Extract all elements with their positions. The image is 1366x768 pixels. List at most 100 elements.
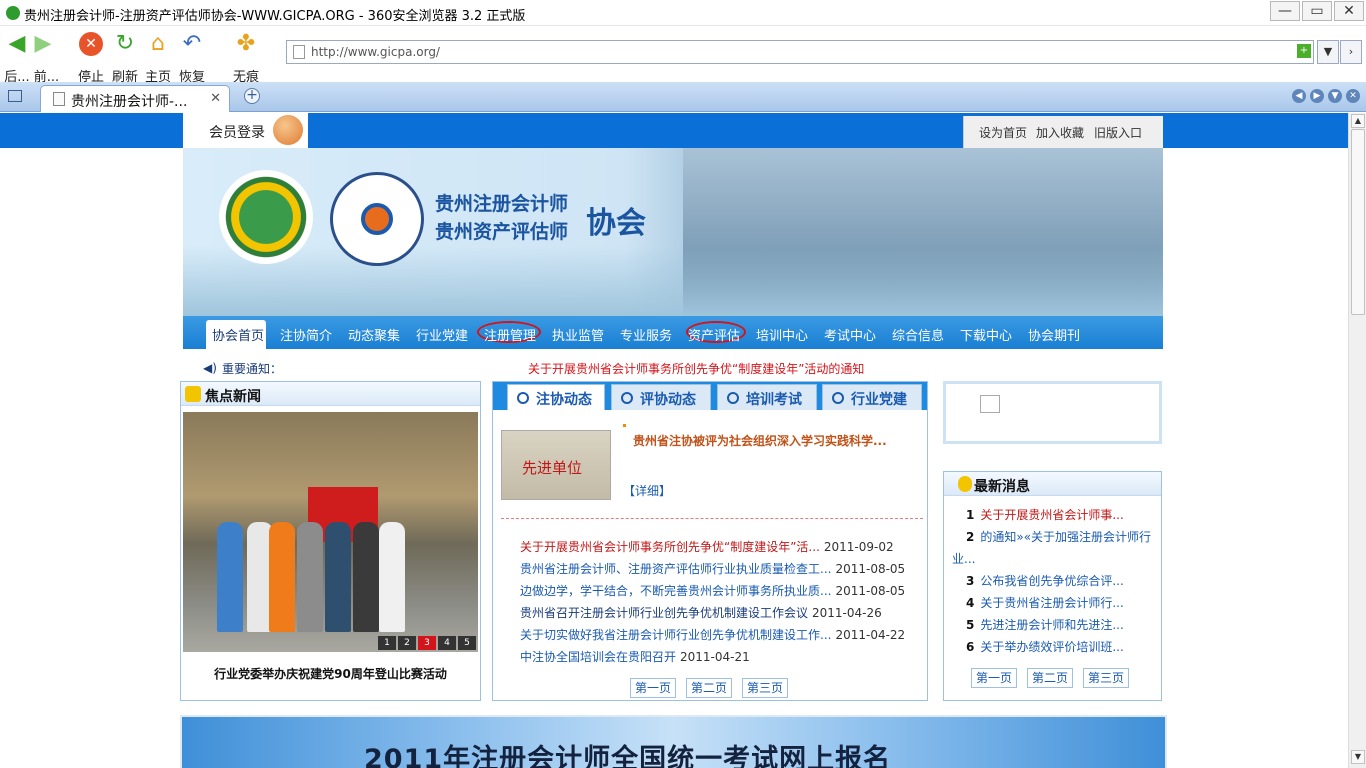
nav-services[interactable]: 专业服务 <box>620 325 672 344</box>
refresh-button[interactable]: ↻ 刷新 <box>108 32 142 86</box>
feature-image[interactable]: 先进单位 <box>501 430 611 500</box>
scroll-up-arrow-icon[interactable]: ▲ <box>1351 114 1365 128</box>
stop-button[interactable]: ✕ 停止 <box>74 32 108 85</box>
browser-tab[interactable]: 贵州注册会计师-... ✕ <box>40 85 230 112</box>
restore-button[interactable]: ↶ 恢复 <box>175 32 209 86</box>
maximize-button[interactable]: ▭ <box>1302 1 1332 21</box>
nav-info[interactable]: 综合信息 <box>892 325 944 344</box>
paw-icon: ✤ <box>236 31 256 56</box>
photo-page-1[interactable]: 1 <box>378 636 396 650</box>
news-item[interactable]: 贵州省召开注册会计师行业创先争优机制建设工作会议 2011-04-26 <box>520 604 882 621</box>
news-pagination: 第一页 第二页 第三页 <box>630 678 788 698</box>
forward-arrow-icon: ▶ <box>34 31 52 56</box>
banner-title-association: 协会 <box>586 206 646 241</box>
scrollbar-thumb[interactable] <box>1351 129 1365 315</box>
tab-left-icon[interactable]: ◀ <box>1292 89 1306 103</box>
nav-supervision[interactable]: 执业监管 <box>552 325 604 344</box>
latest-item[interactable]: 6 关于举办绩效评价培训班... <box>966 638 1124 655</box>
exam-banner-text: 2011年注册会计师全国统一考试网上报名 <box>364 744 892 768</box>
web-page: 会员登录 设为首页 加入收藏 旧版入口 贵州注册会计师 贵州资产评估师 协会 协… <box>0 113 1348 768</box>
page-third-button[interactable]: 第三页 <box>742 678 788 698</box>
address-url[interactable]: http://www.gicpa.org/ <box>311 45 440 59</box>
latest-item[interactable]: 3 公布我省创先争优综合评... <box>966 572 1124 589</box>
feature-detail-link[interactable]: 【详细】 <box>623 482 671 499</box>
tab-right-icon[interactable]: ▶ <box>1310 89 1324 103</box>
more-button[interactable]: › <box>1340 40 1362 64</box>
page-second-button[interactable]: 第二页 <box>1027 668 1073 688</box>
go-icon[interactable]: + <box>1297 44 1311 58</box>
nav-training[interactable]: 培训中心 <box>756 325 808 344</box>
exam-registration-banner[interactable]: 2011年注册会计师全国统一考试网上报名 <box>180 715 1167 768</box>
news-item[interactable]: 边做边学，学干结合，不断完善贵州会计师事务所执业质... 2011-08-05 <box>520 582 905 599</box>
latest-item-cont[interactable]: 业... <box>952 550 975 567</box>
nav-party[interactable]: 行业党建 <box>416 325 468 344</box>
page-icon <box>293 45 305 59</box>
new-tab-button[interactable]: + <box>244 88 260 104</box>
person-shape <box>269 522 295 632</box>
page-first-button[interactable]: 第一页 <box>971 668 1017 688</box>
address-dropdown-button[interactable]: ▼ <box>1317 40 1339 64</box>
news-item[interactable]: 贵州省注册会计师、注册资产评估师行业执业质量检查工... 2011-08-05 <box>520 560 905 577</box>
nav-home[interactable]: 协会首页 <box>212 325 264 344</box>
member-login[interactable]: 会员登录 <box>183 113 308 148</box>
address-bar[interactable]: http://www.gicpa.org/ + <box>286 40 1314 64</box>
nav-appraisal[interactable]: 资产评估 <box>688 325 740 344</box>
latest-item[interactable]: 5 先进注册会计师和先进注... <box>966 616 1124 633</box>
page-scrollbar[interactable]: ▲ ▼ <box>1348 113 1366 768</box>
right-ad-box <box>943 381 1162 444</box>
news-item[interactable]: 关于开展贵州省会计师事务所创先争优“制度建设年”活... 2011-09-02 <box>520 538 894 555</box>
photo-page-5[interactable]: 5 <box>458 636 476 650</box>
tab-bullet-icon <box>621 392 633 404</box>
tab-page-icon <box>53 92 65 106</box>
tab-list-icon[interactable]: ▼ <box>1328 89 1342 103</box>
focus-news-photo[interactable]: 1 2 3 4 5 <box>183 412 478 652</box>
tab-bar: 贵州注册会计师-... ✕ + ◀ ▶ ▼ ✕ <box>0 82 1366 112</box>
latest-news-panel: 最新消息 1 关于开展贵州省会计师事... 2 的通知»«关于加强注册会计师行 业.… <box>943 471 1162 701</box>
news-panel: 注协动态 评协动态 培训考试 行业党建 先进单位 贵州省注协被评为社会组织深入学… <box>492 381 928 701</box>
divider <box>501 518 923 519</box>
nav-journal[interactable]: 协会期刊 <box>1028 325 1080 344</box>
person-shape <box>217 522 243 632</box>
sidebar-toggle-icon[interactable] <box>8 90 22 102</box>
old-version-link[interactable]: 旧版入口 <box>1094 124 1142 141</box>
latest-item[interactable]: 2 的通知»«关于加强注册会计师行 <box>966 528 1151 545</box>
set-homepage-link[interactable]: 设为首页 <box>979 124 1027 141</box>
tab-close-icon[interactable]: ✕ <box>210 91 221 106</box>
home-button[interactable]: ⌂ 主页 <box>141 32 175 86</box>
nav-registration[interactable]: 注册管理 <box>484 325 536 344</box>
tab-close-all-icon[interactable]: ✕ <box>1346 89 1360 103</box>
news-item[interactable]: 中注协全国培训会在贵阳召开 2011-04-21 <box>520 648 750 665</box>
photo-page-3[interactable]: 3 <box>418 636 436 650</box>
minimize-button[interactable]: — <box>1270 1 1300 21</box>
focus-news-caption[interactable]: 行业党委举办庆祝建党90周年登山比赛活动 <box>181 665 480 682</box>
latest-item[interactable]: 4 关于贵州省注册会计师行... <box>966 594 1124 611</box>
forward-button[interactable]: ▶ 前... <box>26 31 60 86</box>
scroll-down-arrow-icon[interactable]: ▼ <box>1351 750 1365 764</box>
tab-appraisal-news[interactable]: 评协动态 <box>611 384 711 410</box>
page-second-button[interactable]: 第二页 <box>686 678 732 698</box>
nav-about[interactable]: 注协简介 <box>280 325 332 344</box>
private-mode-button[interactable]: ✤ 无痕 <box>229 31 263 86</box>
nav-news[interactable]: 动态聚集 <box>348 325 400 344</box>
photo-page-2[interactable]: 2 <box>398 636 416 650</box>
close-window-button[interactable]: ✕ <box>1334 1 1364 21</box>
add-favorite-link[interactable]: 加入收藏 <box>1036 124 1084 141</box>
latest-item[interactable]: 1 关于开展贵州省会计师事... <box>966 506 1124 523</box>
feature-title[interactable]: 贵州省注协被评为社会组织深入学习实践科学... <box>633 432 887 449</box>
tab-bullet-icon <box>727 392 739 404</box>
tab-training-exam[interactable]: 培训考试 <box>717 384 817 410</box>
window-title: 贵州注册会计师-注册资产评估师协会-WWW.GICPA.ORG - 360安全浏… <box>24 9 526 24</box>
notice-link[interactable]: 关于开展贵州省会计师事务所创先争优“制度建设年”活动的通知 <box>528 360 864 377</box>
latest-news-header: 最新消息 <box>944 472 1161 496</box>
nav-download[interactable]: 下载中心 <box>960 325 1012 344</box>
tab-party-building[interactable]: 行业党建 <box>822 384 922 410</box>
latest-news-title: 最新消息 <box>974 479 1030 495</box>
news-item[interactable]: 关于切实做好我省注册会计师行业创先争优机制建设工作... 2011-04-22 <box>520 626 905 643</box>
photo-page-4[interactable]: 4 <box>438 636 456 650</box>
nav-exam[interactable]: 考试中心 <box>824 325 876 344</box>
news-tabs: 注协动态 评协动态 培训考试 行业党建 <box>493 382 927 410</box>
person-shape <box>379 522 405 632</box>
tab-association-news[interactable]: 注协动态 <box>507 384 605 410</box>
page-first-button[interactable]: 第一页 <box>630 678 676 698</box>
page-third-button[interactable]: 第三页 <box>1083 668 1129 688</box>
